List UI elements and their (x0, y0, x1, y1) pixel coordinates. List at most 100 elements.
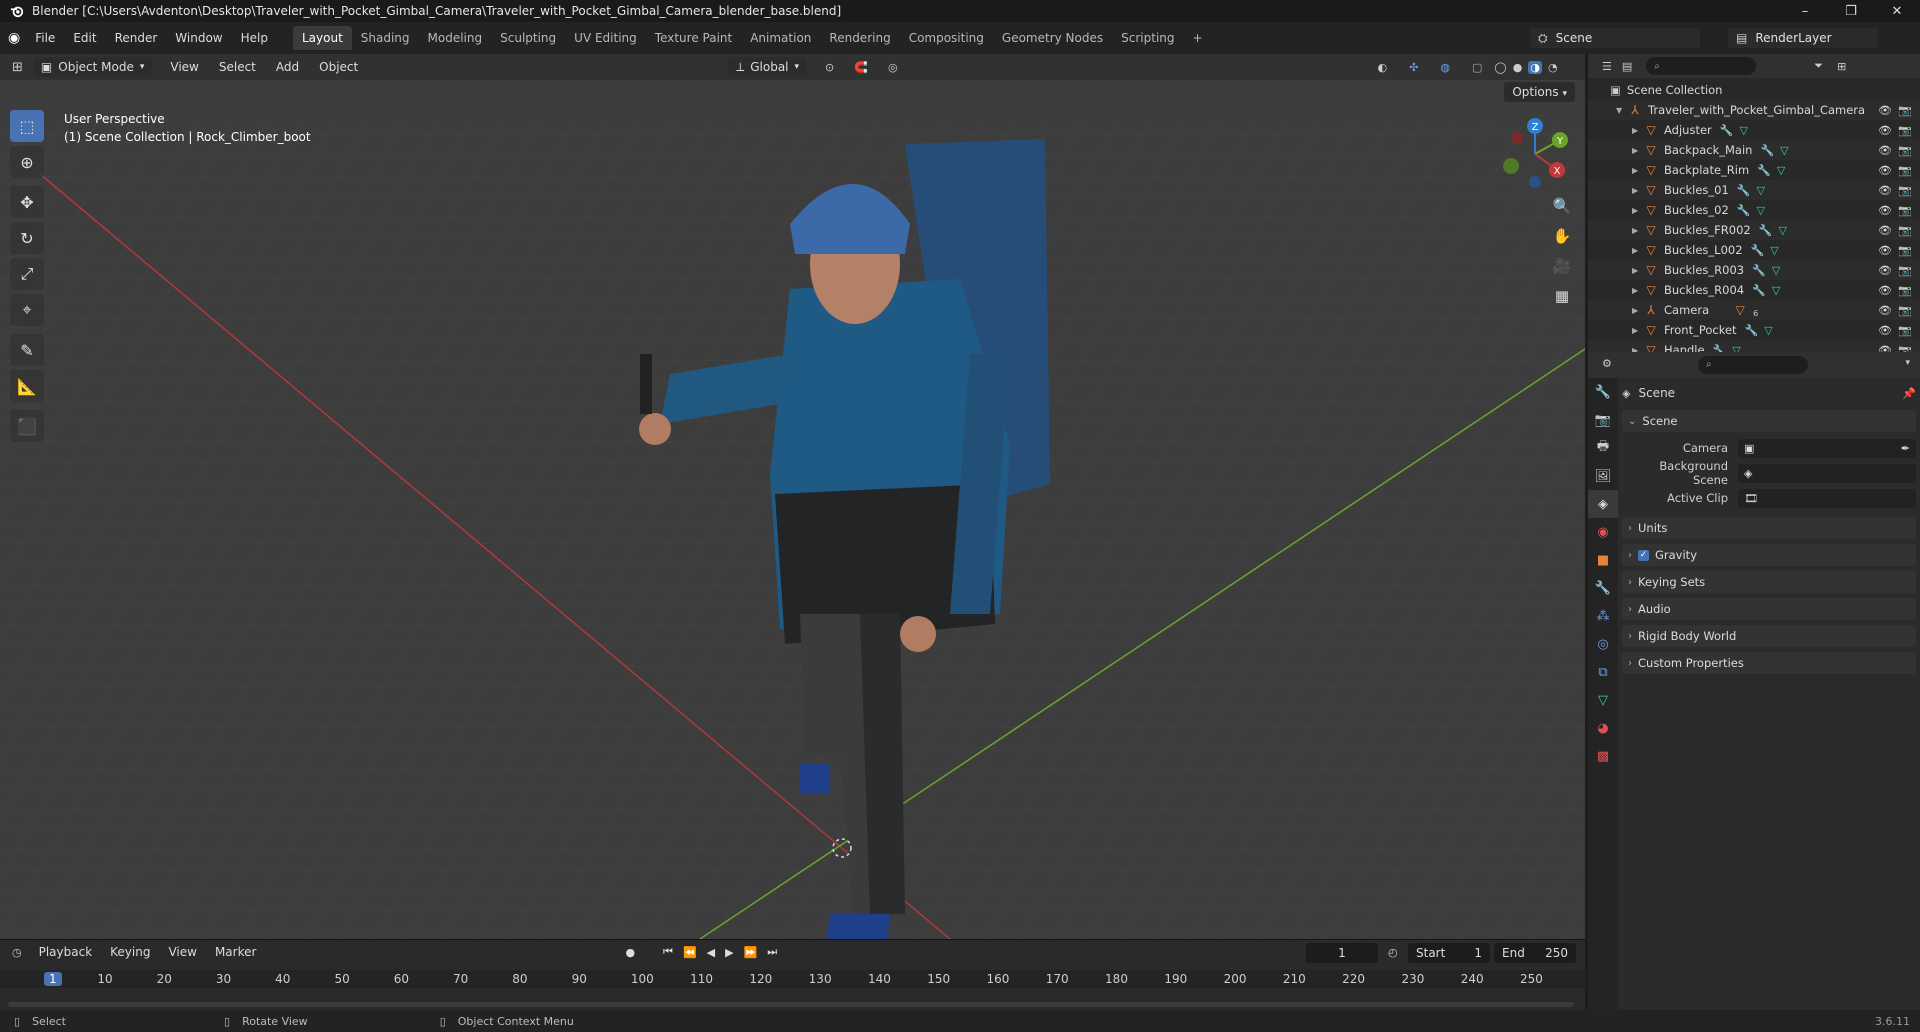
tab-geometry-nodes[interactable]: Geometry Nodes (993, 26, 1112, 50)
visibility-icon[interactable]: ◐ (1378, 61, 1388, 74)
outliner-item[interactable]: ▶ ▽ Buckles_R003 🔧 ▽ 👁 📷 (1588, 260, 1920, 280)
wrench-icon[interactable]: 🔧 (1759, 224, 1773, 237)
tab-physics[interactable]: ◎ (1588, 630, 1618, 658)
chevron-down-icon[interactable]: ▾ (1905, 358, 1910, 368)
panel-gravity[interactable]: › ✓ Gravity (1622, 544, 1916, 566)
eye-icon[interactable]: 👁 (1878, 284, 1892, 297)
proportional-editing-icon[interactable]: ◎ (888, 61, 898, 74)
display-mode-icon[interactable]: ▤ (1622, 60, 1632, 73)
render-camera-icon[interactable]: 📷 (1898, 304, 1912, 317)
mesh-data-icon[interactable]: ▽ (1780, 144, 1788, 157)
tab-texture[interactable]: ▩ (1588, 742, 1618, 770)
expand-right-icon[interactable]: ▶ (1632, 286, 1644, 295)
eye-icon[interactable]: 👁 (1878, 204, 1892, 217)
eye-icon[interactable]: 👁 (1878, 224, 1892, 237)
move-tool[interactable]: ✥ (10, 186, 44, 218)
play-icon[interactable]: ▶ (725, 946, 733, 959)
add-workspace-button[interactable]: + (1184, 26, 1212, 50)
bg-scene-field[interactable]: ◈ (1738, 463, 1916, 483)
wrench-icon[interactable]: 🔧 (1737, 204, 1751, 217)
render-camera-icon[interactable]: 📷 (1898, 264, 1912, 277)
mesh-data-icon[interactable]: ▽ (1772, 284, 1780, 297)
tab-animation[interactable]: Animation (741, 26, 820, 50)
ortho-toggle-button[interactable]: ▦ (1548, 282, 1576, 310)
pan-view-button[interactable]: ✋ (1548, 222, 1576, 250)
eye-icon[interactable]: 👁 (1878, 244, 1892, 257)
tab-layout[interactable]: Layout (292, 26, 352, 50)
expand-right-icon[interactable]: ▶ (1632, 146, 1644, 155)
menu-window[interactable]: Window (166, 31, 231, 45)
timeline-editor-type-icon[interactable]: ◷ (12, 946, 22, 959)
menu-render[interactable]: Render (106, 31, 167, 45)
outliner-item[interactable]: ▶ ▽ Backpack_Main 🔧 ▽ 👁 📷 (1588, 140, 1920, 160)
camera-view-button[interactable]: 🎥 (1548, 252, 1576, 280)
tab-modifiers[interactable]: 🔧 (1588, 574, 1618, 602)
mesh-data-icon[interactable]: ▽ (1778, 224, 1786, 237)
wireframe-shading-icon[interactable]: ◯ (1494, 61, 1506, 74)
mesh-data-icon[interactable]: ▽ (1757, 204, 1765, 217)
tab-constraints[interactable]: ⧉ (1588, 658, 1618, 686)
menu-marker[interactable]: Marker (215, 945, 256, 959)
eye-icon[interactable]: 👁 (1878, 264, 1892, 277)
menu-view[interactable]: View (170, 60, 198, 74)
wrench-icon[interactable]: 🔧 (1737, 184, 1751, 197)
snap-icon[interactable]: 🧲 (854, 61, 868, 74)
outliner-editor-type-icon[interactable]: ☰ (1602, 60, 1612, 73)
expand-right-icon[interactable]: ▶ (1632, 126, 1644, 135)
object-mode-dropdown[interactable]: ▣ Object Mode ▾ (32, 57, 153, 77)
view-layer-selector[interactable]: ▤ RenderLayer (1728, 28, 1878, 48)
properties-editor-type-icon[interactable]: ⚙ (1602, 357, 1612, 370)
pivot-point-icon[interactable]: ⊙ (825, 61, 834, 74)
editor-type-icon[interactable]: ⊞ (12, 60, 23, 75)
timeline-scrollbar[interactable] (8, 1002, 1574, 1007)
eye-icon[interactable]: 👁 (1878, 144, 1892, 157)
outliner-collection-row[interactable]: ▼ ⅄ Traveler_with_Pocket_Gimbal_Camera 👁… (1588, 100, 1920, 120)
expand-right-icon[interactable]: ▶ (1632, 186, 1644, 195)
menu-select[interactable]: Select (219, 60, 256, 74)
material-shading-icon[interactable]: ◑ (1528, 60, 1542, 74)
select-box-tool[interactable]: ⬚ (10, 110, 44, 142)
mesh-data-icon[interactable]: ▽ (1770, 244, 1778, 257)
end-frame-field[interactable]: End 250 (1494, 943, 1576, 963)
mesh-data-icon[interactable]: ▽ (1777, 164, 1785, 177)
maximize-button[interactable]: ❐ (1828, 0, 1874, 22)
current-frame-field[interactable]: 1 (1306, 943, 1378, 963)
navigation-gizmo[interactable]: Z Y X (1495, 114, 1575, 194)
tab-tool[interactable]: 🔧 (1588, 378, 1618, 406)
panel-rigid-body-world[interactable]: › Rigid Body World (1622, 625, 1916, 647)
render-camera-icon[interactable]: 📷 (1898, 284, 1912, 297)
menu-object[interactable]: Object (319, 60, 358, 74)
outliner-scene-collection[interactable]: ▣ Scene Collection (1588, 80, 1920, 100)
outliner-search-input[interactable]: ⌕ (1646, 57, 1757, 75)
expand-right-icon[interactable]: ▶ (1632, 226, 1644, 235)
tab-object[interactable]: ■ (1588, 546, 1618, 574)
render-camera-icon[interactable]: 📷 (1898, 204, 1912, 217)
eye-icon[interactable]: 👁 (1878, 164, 1892, 177)
jump-start-icon[interactable]: ⏮ (663, 945, 673, 959)
panel-units[interactable]: › Units (1622, 517, 1916, 539)
tab-scripting[interactable]: Scripting (1112, 26, 1183, 50)
add-cube-tool[interactable]: ⬛ (10, 410, 44, 442)
gravity-checkbox[interactable]: ✓ (1638, 549, 1649, 561)
tab-compositing[interactable]: Compositing (900, 26, 993, 50)
menu-playback[interactable]: Playback (39, 945, 93, 959)
clock-icon[interactable]: ◴ (1388, 946, 1398, 959)
outliner-item[interactable]: ▶ ▽ Buckles_R004 🔧 ▽ 👁 📷 (1588, 280, 1920, 300)
overlay-toggle-icon[interactable]: ◍ (1440, 61, 1450, 74)
annotate-tool[interactable]: ✎ (10, 334, 44, 366)
render-camera-icon[interactable]: 📷 (1898, 124, 1912, 137)
render-camera-icon[interactable]: 📷 (1898, 224, 1912, 237)
tab-shading[interactable]: Shading (352, 26, 419, 50)
tab-render[interactable]: 📷 (1588, 406, 1618, 434)
eye-icon[interactable]: 👁 (1878, 124, 1892, 137)
tab-texture-paint[interactable]: Texture Paint (646, 26, 741, 50)
measure-tool[interactable]: 📐 (10, 370, 44, 402)
panel-scene-header[interactable]: ⌄ Scene (1622, 410, 1916, 432)
render-camera-icon[interactable]: 📷 (1898, 144, 1912, 157)
wrench-icon[interactable]: 🔧 (1745, 324, 1759, 337)
eye-icon[interactable]: 👁 (1878, 304, 1892, 317)
mesh-data-icon[interactable]: ▽ (1764, 324, 1772, 337)
tab-rendering[interactable]: Rendering (820, 26, 899, 50)
menu-add[interactable]: Add (276, 60, 299, 74)
outliner-item[interactable]: ▶ ▽ Adjuster 🔧 ▽ 👁 📷 (1588, 120, 1920, 140)
